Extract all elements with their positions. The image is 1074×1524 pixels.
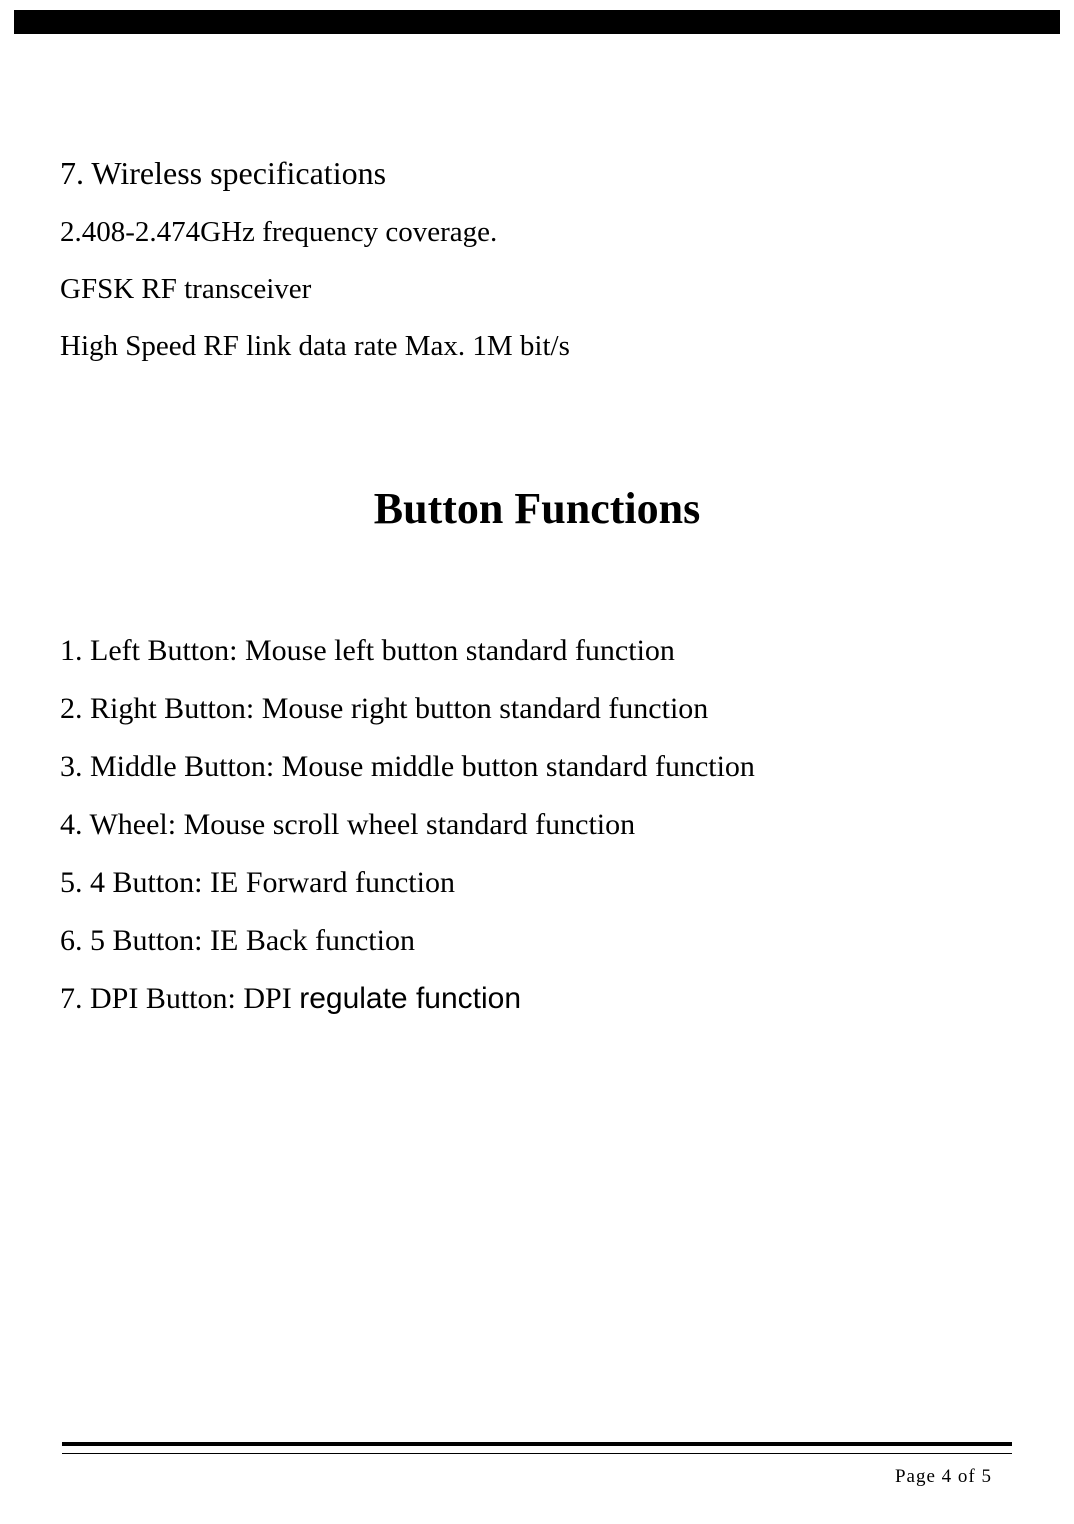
function-prefix: 7. DPI Button: DPI — [60, 982, 299, 1015]
section-heading: 7. Wireless specifications — [60, 155, 1014, 192]
function-line: 5. 4 Button: IE Forward function — [60, 866, 1014, 900]
function-suffix: regulate function — [299, 982, 521, 1015]
main-title: Button Functions — [60, 483, 1014, 534]
page-content: 7. Wireless specifications 2.408-2.474GH… — [60, 155, 1014, 1040]
function-line: 2. Right Button: Mouse right button stan… — [60, 692, 1014, 726]
function-line: 3. Middle Button: Mouse middle button st… — [60, 750, 1014, 784]
footer-rule-thin — [62, 1453, 1012, 1454]
top-bar — [14, 10, 1060, 34]
function-line: 1. Left Button: Mouse left button standa… — [60, 634, 1014, 668]
page-number: Page 4 of 5 — [895, 1466, 992, 1488]
spec-line: GFSK RF transceiver — [60, 273, 1014, 306]
function-line: 7. DPI Button: DPI regulate function — [60, 982, 1014, 1016]
spec-line: 2.408-2.474GHz frequency coverage. — [60, 216, 1014, 249]
spec-line: High Speed RF link data rate Max. 1M bit… — [60, 330, 1014, 363]
footer-rule-thick — [62, 1442, 1012, 1446]
function-line: 6. 5 Button: IE Back function — [60, 924, 1014, 958]
function-line: 4. Wheel: Mouse scroll wheel standard fu… — [60, 808, 1014, 842]
